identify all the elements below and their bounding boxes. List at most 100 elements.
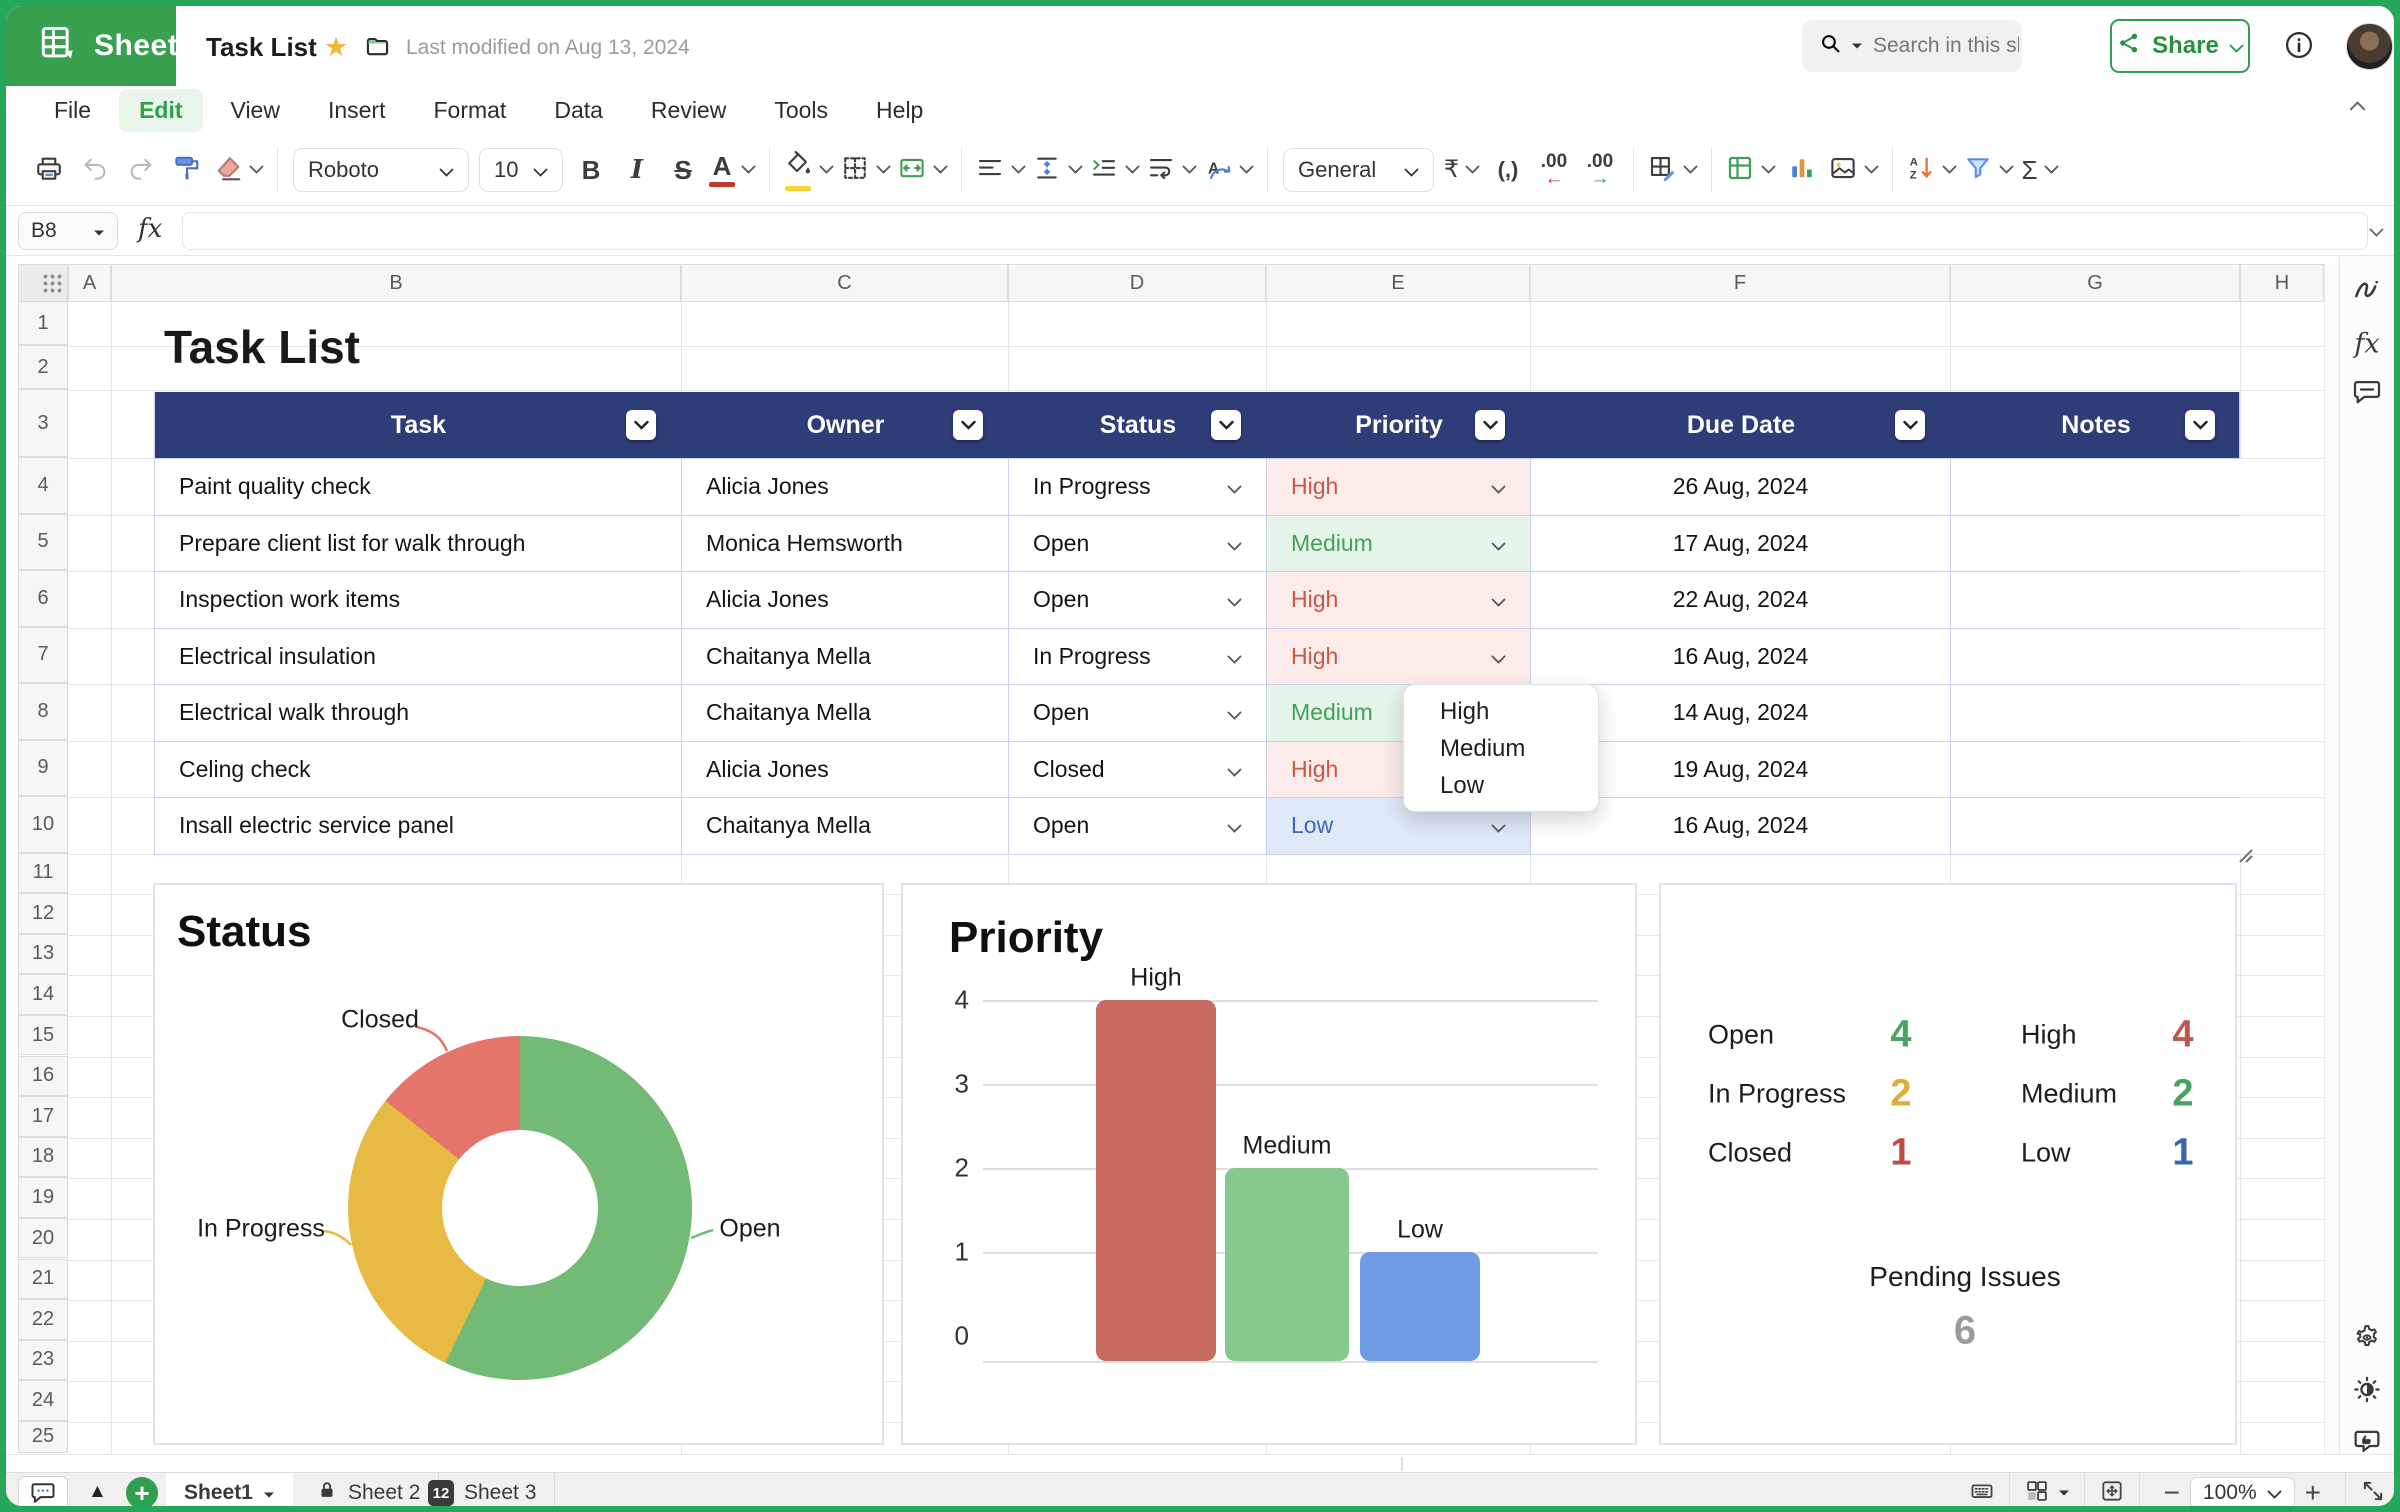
row-header-7[interactable]: 7 [18,627,68,684]
status-cell[interactable]: Closed [1009,742,1267,798]
redo-icon[interactable] [118,144,164,196]
status-cell[interactable]: Open [1009,516,1267,572]
bar-low[interactable] [1360,1252,1480,1361]
sheet-tab-sheet3[interactable]: 12Sheet 3 [410,1473,555,1506]
table-header-notes[interactable]: Notes [1951,392,2241,458]
folder-icon[interactable] [364,33,391,65]
row-header-14[interactable]: 14 [18,974,68,1015]
row-header-22[interactable]: 22 [18,1299,68,1340]
add-sheet-button[interactable]: + [126,1477,158,1506]
row-header-21[interactable]: 21 [18,1259,68,1300]
sort-icon[interactable]: AZ [1903,144,1960,196]
column-header-B[interactable]: B [111,264,681,302]
row-header-25[interactable]: 25 [18,1421,68,1453]
select-all-corner[interactable] [18,264,68,302]
theme-toggle-icon[interactable] [2351,1374,2383,1411]
chevron-down-icon[interactable] [1227,643,1242,670]
row-header-10[interactable]: 10 [18,796,68,853]
priority-cell[interactable]: Medium [1267,516,1531,572]
column-header-C[interactable]: C [681,264,1008,302]
filter-icon[interactable] [1475,410,1505,440]
app-logo[interactable]: Sheet [6,6,176,86]
row-header-8[interactable]: 8 [18,683,68,740]
row-header-6[interactable]: 6 [18,570,68,627]
strike-button[interactable]: S [660,144,706,196]
row-header-2[interactable]: 2 [18,345,68,389]
owner-cell[interactable]: Alicia Jones [682,572,1009,628]
row-header-17[interactable]: 17 [18,1096,68,1137]
size-select[interactable]: 10 [479,148,563,192]
share-button[interactable]: Share [2110,19,2250,73]
owner-cell[interactable]: Chaitanya Mella [682,798,1009,854]
table-header-owner[interactable]: Owner [682,392,1009,458]
formula-input[interactable] [182,212,2368,250]
keyboard-shortcuts-icon[interactable] [1969,1478,1995,1507]
bold-button[interactable]: B [568,144,614,196]
priority-cell[interactable]: High [1267,459,1531,515]
comments-button[interactable] [18,1476,68,1506]
due-date-cell[interactable]: 22 Aug, 2024 [1531,572,1951,628]
table-header-task[interactable]: Task [155,392,682,458]
filter-icon[interactable] [1960,144,2017,196]
comma-button[interactable]: (,) [1485,144,1531,196]
chevron-down-icon[interactable] [1227,473,1242,500]
task-cell[interactable]: Electrical walk through [155,685,682,741]
sum-button[interactable]: Σ [2017,144,2063,196]
print-icon[interactable] [26,144,72,196]
notes-cell[interactable] [1951,572,2241,628]
chevron-down-icon[interactable] [1491,812,1506,839]
zia-assistant-icon[interactable] [2351,274,2383,311]
row-header-3[interactable]: 3 [18,389,68,457]
fill-color-button[interactable] [780,144,837,196]
insert-image-icon[interactable] [1825,144,1882,196]
document-title[interactable]: Task List [206,32,317,63]
row-header-11[interactable]: 11 [18,853,68,894]
chevron-down-icon[interactable] [1491,586,1506,613]
menu-file[interactable]: File [34,89,111,132]
menu-insert[interactable]: Insert [308,89,406,132]
sheet-title-cell[interactable]: Task List [164,320,360,374]
namebox-caret-icon[interactable] [93,219,105,243]
chevron-down-icon[interactable] [1227,756,1242,783]
row-header-4[interactable]: 4 [18,457,68,514]
row-header-20[interactable]: 20 [18,1218,68,1259]
italic-button[interactable]: I [614,144,660,196]
sheet-list-icon[interactable]: ▲ [88,1481,107,1503]
merge-cells-icon[interactable] [894,144,951,196]
column-header-D[interactable]: D [1008,264,1266,302]
insert-chart-icon[interactable] [1779,144,1825,196]
owner-cell[interactable]: Monica Hemsworth [682,516,1009,572]
insert-table-icon[interactable] [1722,144,1779,196]
owner-cell[interactable]: Chaitanya Mella [682,629,1009,685]
owner-cell[interactable]: Alicia Jones [682,459,1009,515]
notes-cell[interactable] [1951,798,2241,854]
favorite-star-icon[interactable]: ★ [324,32,348,63]
collapse-toolbar-icon[interactable] [2349,98,2366,116]
undo-icon[interactable] [72,144,118,196]
filter-icon[interactable] [1895,410,1925,440]
sheet-tab-sheet1[interactable]: Sheet1 [166,1473,293,1506]
fullscreen-icon[interactable] [2360,1478,2386,1507]
status-donut-chart[interactable] [348,1036,692,1380]
indent-icon[interactable] [1086,144,1143,196]
dropdown-option-low[interactable]: Low [1404,767,1598,804]
task-cell[interactable]: Insall electric service panel [155,798,682,854]
info-icon[interactable] [2282,28,2316,67]
color-button[interactable]: A [706,144,759,196]
menu-view[interactable]: View [211,89,300,132]
increase-decimal-button[interactable]: .00→ [1577,144,1623,196]
align-horizontal-icon[interactable] [972,144,1029,196]
filter-icon[interactable] [2185,410,2215,440]
dropdown-option-high[interactable]: High [1404,693,1598,730]
font-select[interactable]: Roboto [293,148,469,192]
zoom-level-select[interactable]: 100% [2190,1477,2295,1506]
row-header-23[interactable]: 23 [18,1340,68,1381]
table-header-priority[interactable]: Priority [1267,392,1531,458]
row-header-12[interactable]: 12 [18,893,68,934]
status-cell[interactable]: In Progress [1009,459,1267,515]
row-header-13[interactable]: 13 [18,934,68,975]
column-header-E[interactable]: E [1266,264,1530,302]
chevron-down-icon[interactable] [1491,643,1506,670]
task-cell[interactable]: Electrical insulation [155,629,682,685]
formulabar-expand-icon[interactable] [2369,224,2384,242]
